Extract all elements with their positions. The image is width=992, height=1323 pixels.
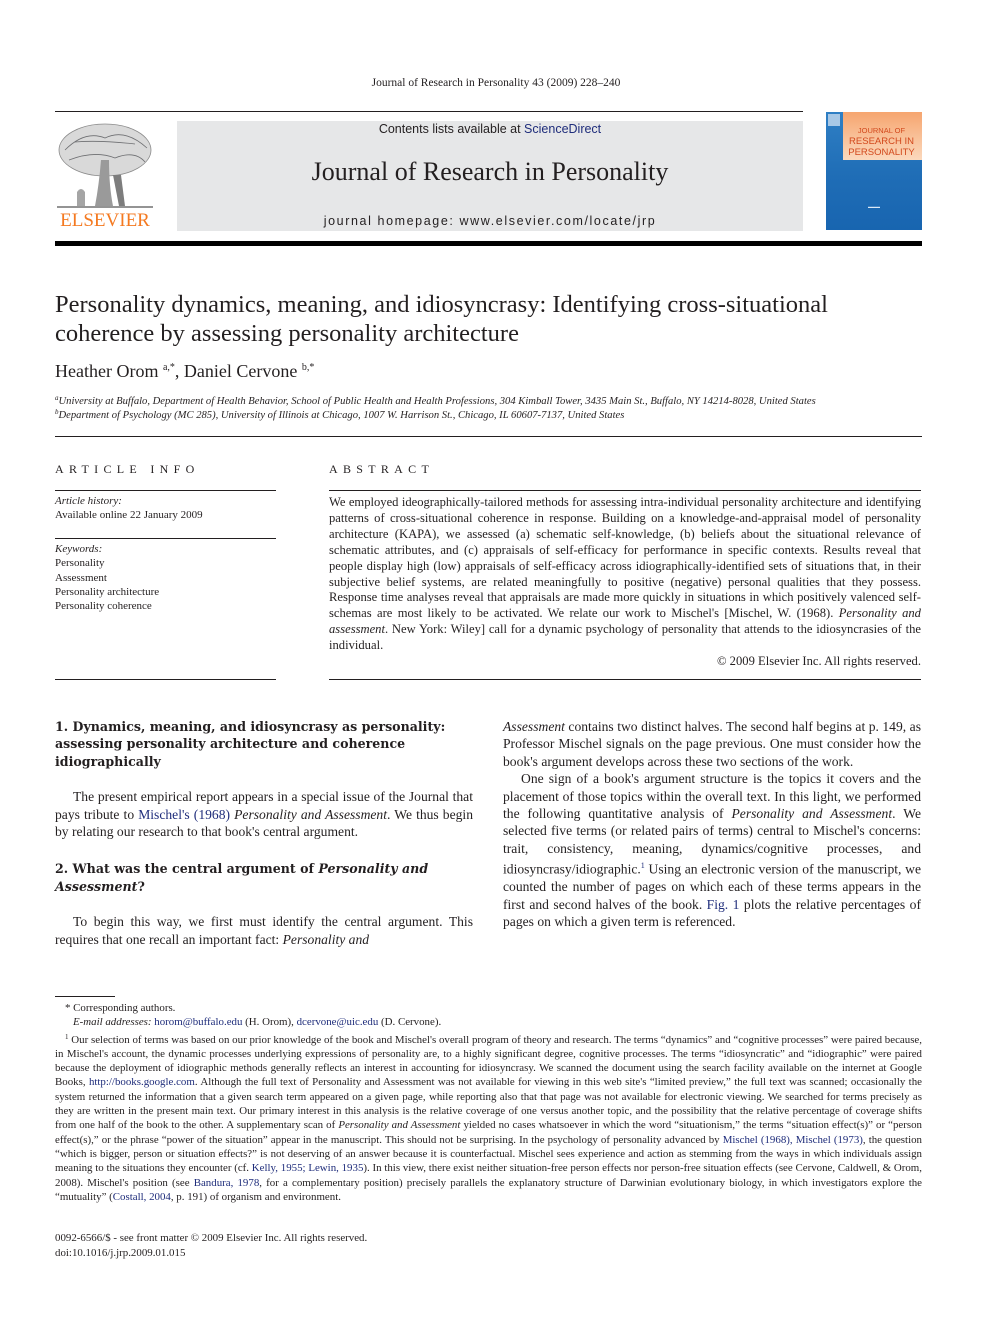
header-rule [55,111,803,112]
journal-title: Journal of Research in Personality [311,157,669,186]
front-matter-line: 0092-6566/$ - see front matter © 2009 El… [55,1232,368,1244]
section-2-heading: 2. What was the central argument of Pers… [55,860,473,895]
heading-text: 2. What was the central argument of [55,861,319,877]
paragraph-text: contains two distinct halves. The second… [503,719,921,769]
cover-line-1: JOURNAL OF [857,126,906,135]
abstract-copyright: © 2009 Elsevier Inc. All rights reserved… [716,654,921,669]
bandura-citation-link[interactable]: Bandura, 1978 [194,1177,260,1189]
article-history-value: Available online 22 January 2009 [55,509,203,522]
author-marks[interactable]: b,* [302,362,315,373]
contents-line: Contents lists available at ScienceDirec… [177,122,803,136]
cover-title: JOURNAL OF RESEARCH IN PERSONALITY [843,125,920,158]
footnote-italic: Personality and Assessment [338,1119,461,1132]
article-history: Article history: Available online 22 Jan… [55,494,203,523]
abstract-text: We employed ideographically-tailored met… [329,495,921,621]
footnote-rule [55,996,115,997]
email-owner: (D. Cervone). [378,1016,442,1029]
keyword: Personality [55,557,105,570]
front-matter: 0092-6566/$ - see front matter © 2009 El… [55,1231,367,1260]
abstract-text-end: . New York: Wiley] call for a dynamic ps… [329,622,921,653]
email-cervone-link[interactable]: dcervone@uic.edu [297,1016,379,1028]
fig-1-link[interactable]: Fig. 1 [707,897,740,912]
cover-emblem-icon [828,114,840,126]
abstract-bottom-rule [329,679,921,680]
article-title: Personality dynamics, meaning, and idios… [55,291,828,347]
author-separator: , [174,361,184,381]
sciencedirect-link[interactable]: ScienceDirect [524,122,601,136]
corresponding-authors-note: * Corresponding authors. [65,1002,176,1014]
mischel-citation-link[interactable]: Mischel (1968), Mischel (1973) [723,1134,863,1146]
kelly-lewin-citation-link[interactable]: Kelly, 1955; Lewin, 1935 [252,1162,364,1174]
book-title-italic: Personality and [282,931,370,947]
right-paragraph-1: Assessment contains two distinct halves.… [503,718,921,770]
email-owner: (H. Orom), [242,1016,297,1029]
keyword: Personality coherence [55,600,152,613]
author-marks[interactable]: a,* [163,362,175,373]
affiliation-a: aUniversity at Buffalo, Department of He… [55,394,816,407]
left-column: 1. Dynamics, meaning, and idiosyncrasy a… [55,718,473,948]
google-books-link[interactable]: http://books.google.com [89,1076,195,1088]
paragraph-text: To begin this way, we first must identif… [55,914,473,947]
abstract-body: We employed ideographically-tailored met… [329,495,921,670]
mischel-1968-link[interactable]: Mischel's (1968) [138,807,230,822]
tree-icon [57,123,153,208]
article-info-heading: ARTICLE INFO [55,462,200,476]
email-note: E-mail addresses: horom@buffalo.edu (H. … [55,1015,922,1029]
journal-homepage[interactable]: journal homepage: www.elsevier.com/locat… [177,214,803,228]
footnote-1: 1 Our selection of terms was based on ou… [55,1030,922,1205]
footnotes: * Corresponding authors. E-mail addresse… [55,1001,922,1204]
keyword: Personality architecture [55,585,160,598]
costall-citation-link[interactable]: Costall, 2004 [113,1191,171,1203]
section-2-paragraph: To begin this way, we first must identif… [55,913,473,948]
cover-publisher-mark: ▬▬▬ [868,204,880,209]
heading-text: ? [137,878,145,894]
affiliation-rule [55,436,922,437]
masthead-thick-rule [55,241,922,246]
affiliation-text: University at Buffalo, Department of Hea… [58,396,816,407]
affiliation-text: Department of Psychology (MC 285), Unive… [58,410,625,421]
email-label: E-mail addresses: [73,1016,155,1029]
abstract-rule [329,490,921,491]
article-history-label: Article history: [55,495,122,507]
right-column: Assessment contains two distinct halves.… [503,718,921,930]
book-title-italic: Personality and Assessment [230,806,387,822]
contents-prefix: Contents lists available at [378,122,525,136]
book-title-italic: Personality and Assessment [731,806,893,822]
journal-masthead: Contents lists available at ScienceDirec… [177,121,803,231]
author-list: Heather Orom a,*, Daniel Cervone b,* [55,361,314,382]
section-1-paragraph: The present empirical report appears in … [55,788,473,840]
article-info-bottom-rule [55,679,276,680]
section-1-heading: 1. Dynamics, meaning, and idiosyncrasy a… [55,719,446,769]
elsevier-logo[interactable]: ELSEVIER [55,120,155,232]
journal-cover[interactable]: JOURNAL OF RESEARCH IN PERSONALITY ▬▬▬ [826,112,922,230]
running-head: Journal of Research in Personality 43 (2… [371,77,621,89]
elsevier-wordmark: ELSEVIER [60,210,150,231]
affiliation-b: bDepartment of Psychology (MC 285), Univ… [55,408,624,421]
article-info-rule [55,490,276,491]
footnote-text: , p. 191) of organism and environment. [170,1190,341,1203]
right-paragraph-2: One sign of a book's argument structure … [503,770,921,930]
cover-line-2: RESEARCH IN [849,136,914,147]
keywords-block: Keywords: Personality Assessment Persona… [55,542,159,613]
book-title-italic: Assessment [503,719,565,734]
author-name[interactable]: Daniel Cervone [184,361,297,381]
email-orom-link[interactable]: horom@buffalo.edu [154,1016,242,1028]
keyword: Assessment [55,571,107,584]
doi[interactable]: doi:10.1016/j.jrp.2009.01.015 [55,1246,367,1261]
author-name[interactable]: Heather Orom [55,361,158,381]
cover-line-3: PERSONALITY [848,147,915,158]
keywords-rule [55,538,276,539]
keywords-label: Keywords: [55,543,103,555]
abstract-heading: ABSTRACT [329,462,435,476]
